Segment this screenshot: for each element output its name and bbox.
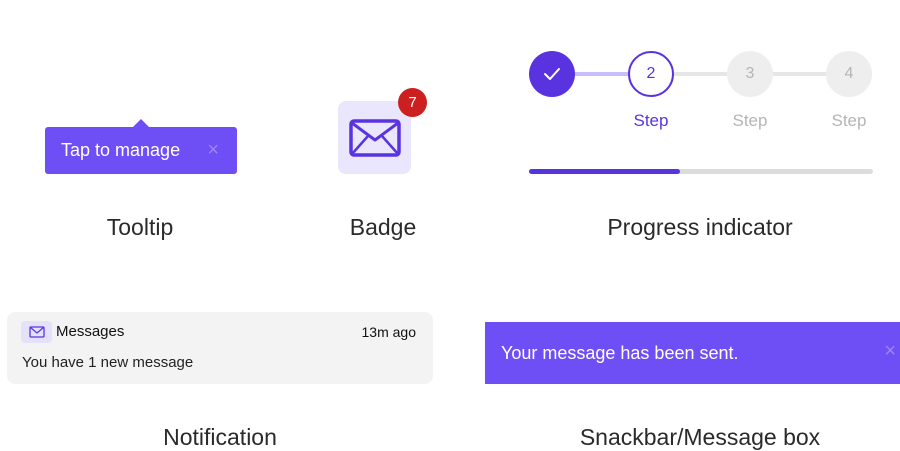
mail-icon: [28, 326, 45, 338]
step-4[interactable]: 4: [826, 51, 872, 97]
step-3-label: Step: [732, 111, 768, 130]
step-connector-2: [674, 72, 728, 76]
notification-body: You have 1 new message: [22, 354, 194, 371]
tooltip-close-icon[interactable]: ×: [207, 139, 219, 162]
progress-bar-fill: [529, 169, 681, 174]
tooltip: Tap to manage ×: [45, 127, 237, 174]
snackbar-caption: Snackbar/Message box: [579, 424, 821, 450]
step-3[interactable]: 3: [727, 51, 773, 97]
notification-card[interactable]: Messages 13m ago You have 1 new message: [7, 312, 433, 384]
snackbar-text: Your message has been sent.: [501, 342, 739, 363]
tooltip-text: Tap to manage: [61, 140, 181, 160]
tooltip-caption: Tooltip: [106, 214, 174, 240]
notification-caption: Notification: [163, 424, 277, 450]
snackbar: Your message has been sent. ×: [485, 322, 900, 384]
step-connector-1: [575, 72, 629, 76]
step-1-complete[interactable]: [529, 51, 575, 97]
badge-caption: Badge: [349, 214, 417, 240]
mail-icon: [348, 118, 401, 157]
progress-bar: [529, 169, 873, 174]
notification-mail-icon: [21, 321, 52, 343]
notification-time: 13m ago: [361, 324, 416, 340]
step-connector-3: [773, 72, 827, 76]
notification-title: Messages: [56, 323, 125, 340]
step-4-label: Step: [831, 111, 867, 130]
step-2-active[interactable]: 2: [628, 51, 674, 97]
step-2-label: Step: [633, 111, 669, 130]
tooltip-arrow: [133, 119, 149, 127]
progress-caption: Progress indicator: [607, 214, 793, 240]
snackbar-close-icon[interactable]: ×: [884, 340, 896, 363]
check-icon: [544, 68, 560, 80]
badge-count: 7: [398, 88, 427, 117]
mail-app-tile[interactable]: [338, 101, 411, 174]
